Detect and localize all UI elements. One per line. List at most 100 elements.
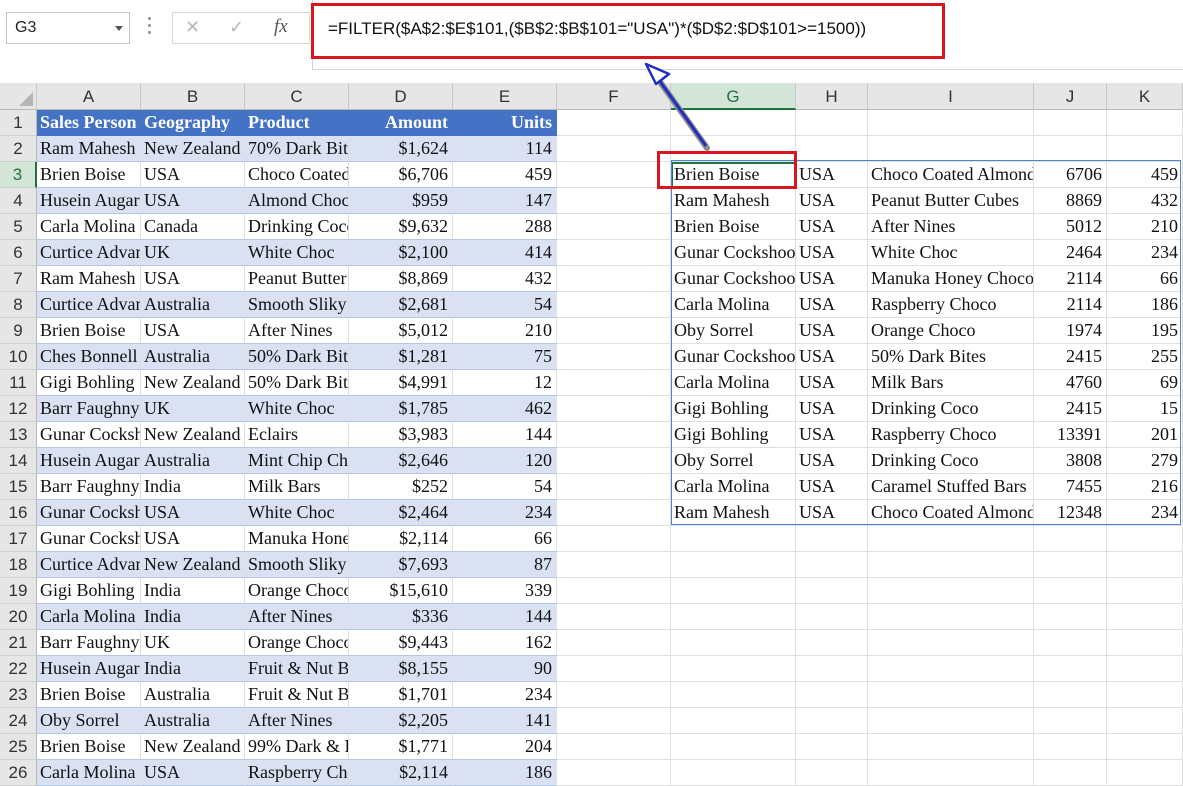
spill-cell[interactable]: Drinking Coco bbox=[868, 396, 1034, 422]
table-cell[interactable]: New Zealand bbox=[141, 552, 245, 578]
table-cell[interactable]: 141 bbox=[453, 708, 557, 734]
cell[interactable] bbox=[1107, 630, 1183, 656]
table-cell[interactable]: Barr Faughny bbox=[37, 474, 141, 500]
table-cell[interactable]: Curtice Advani bbox=[37, 240, 141, 266]
table-cell[interactable]: 50% Dark Bites bbox=[245, 344, 349, 370]
table-cell[interactable]: Manuka Honey Choco bbox=[245, 526, 349, 552]
table-cell[interactable]: 54 bbox=[453, 474, 557, 500]
table-cell[interactable]: $7,693 bbox=[349, 552, 453, 578]
table-cell[interactable]: Smooth Sliky Salty bbox=[245, 552, 349, 578]
spill-cell[interactable]: Gunar Cockshoot bbox=[671, 344, 796, 370]
cell[interactable] bbox=[557, 500, 671, 526]
table-cell[interactable]: Peanut Butter Cubes bbox=[245, 266, 349, 292]
spill-cell[interactable]: USA bbox=[796, 266, 868, 292]
cell[interactable] bbox=[796, 552, 868, 578]
table-cell[interactable]: Gunar Cockshoot bbox=[37, 422, 141, 448]
cell[interactable] bbox=[868, 110, 1034, 136]
table-cell[interactable]: Brien Boise bbox=[37, 682, 141, 708]
table-cell[interactable]: India bbox=[141, 656, 245, 682]
cell[interactable] bbox=[557, 630, 671, 656]
spill-cell[interactable]: 5012 bbox=[1034, 214, 1107, 240]
cell[interactable] bbox=[557, 344, 671, 370]
table-cell[interactable]: 234 bbox=[453, 500, 557, 526]
spill-cell[interactable]: 2114 bbox=[1034, 266, 1107, 292]
table-cell[interactable]: $1,771 bbox=[349, 734, 453, 760]
row-header-9[interactable]: 9 bbox=[0, 318, 37, 344]
spill-cell[interactable]: White Choc bbox=[868, 240, 1034, 266]
spill-cell[interactable]: USA bbox=[796, 500, 868, 526]
spill-cell[interactable]: 4760 bbox=[1034, 370, 1107, 396]
cell[interactable] bbox=[796, 760, 868, 786]
table-cell[interactable]: 147 bbox=[453, 188, 557, 214]
spill-cell[interactable]: Orange Choco bbox=[868, 318, 1034, 344]
table-cell[interactable]: 114 bbox=[453, 136, 557, 162]
table-cell[interactable]: Gigi Bohling bbox=[37, 370, 141, 396]
cell[interactable] bbox=[796, 708, 868, 734]
row-header-10[interactable]: 10 bbox=[0, 344, 37, 370]
table-cell[interactable]: 234 bbox=[453, 682, 557, 708]
cell[interactable] bbox=[1034, 136, 1107, 162]
cell[interactable] bbox=[671, 656, 796, 682]
table-cell[interactable]: $2,114 bbox=[349, 760, 453, 786]
table-cell[interactable]: Orange Choco bbox=[245, 630, 349, 656]
row-header-15[interactable]: 15 bbox=[0, 474, 37, 500]
spill-cell[interactable]: 8869 bbox=[1034, 188, 1107, 214]
column-header-a[interactable]: A bbox=[37, 83, 141, 110]
row-header-1[interactable]: 1 bbox=[0, 110, 37, 136]
cell[interactable] bbox=[557, 318, 671, 344]
table-cell[interactable]: USA bbox=[141, 526, 245, 552]
table-cell[interactable]: 12 bbox=[453, 370, 557, 396]
table-cell[interactable]: India bbox=[141, 578, 245, 604]
cell[interactable] bbox=[557, 474, 671, 500]
cell[interactable] bbox=[671, 760, 796, 786]
spill-cell[interactable]: Raspberry Choco bbox=[868, 422, 1034, 448]
row-header-26[interactable]: 26 bbox=[0, 760, 37, 786]
cell[interactable] bbox=[671, 604, 796, 630]
spill-cell[interactable]: Gunar Cockshoot bbox=[671, 266, 796, 292]
table-cell[interactable]: White Choc bbox=[245, 500, 349, 526]
cell[interactable] bbox=[557, 396, 671, 422]
table-cell[interactable]: Mint Chip Choco bbox=[245, 448, 349, 474]
cell[interactable] bbox=[1107, 578, 1183, 604]
spill-cell[interactable]: 210 bbox=[1107, 214, 1183, 240]
table-cell[interactable]: 432 bbox=[453, 266, 557, 292]
table-cell[interactable]: $9,632 bbox=[349, 214, 453, 240]
table-cell[interactable]: $2,205 bbox=[349, 708, 453, 734]
cell[interactable] bbox=[1034, 604, 1107, 630]
table-cell[interactable]: Gunar Cockshoot bbox=[37, 500, 141, 526]
table-cell[interactable]: UK bbox=[141, 240, 245, 266]
spill-cell[interactable]: 216 bbox=[1107, 474, 1183, 500]
table-cell[interactable]: 288 bbox=[453, 214, 557, 240]
cell[interactable] bbox=[557, 604, 671, 630]
table-cell[interactable]: $336 bbox=[349, 604, 453, 630]
row-header-22[interactable]: 22 bbox=[0, 656, 37, 682]
table-cell[interactable]: New Zealand bbox=[141, 136, 245, 162]
table-cell[interactable]: $2,464 bbox=[349, 500, 453, 526]
table-cell[interactable]: $15,610 bbox=[349, 578, 453, 604]
cell[interactable] bbox=[796, 734, 868, 760]
table-cell[interactable]: After Nines bbox=[245, 708, 349, 734]
table-cell[interactable]: Australia bbox=[141, 708, 245, 734]
cell[interactable] bbox=[868, 578, 1034, 604]
table-cell[interactable]: 87 bbox=[453, 552, 557, 578]
table-cell[interactable]: New Zealand bbox=[141, 370, 245, 396]
spill-cell[interactable]: USA bbox=[796, 162, 868, 188]
table-cell[interactable]: Barr Faughny bbox=[37, 630, 141, 656]
row-header-3[interactable]: 3 bbox=[0, 162, 37, 188]
column-header-k[interactable]: K bbox=[1107, 83, 1183, 110]
row-header-23[interactable]: 23 bbox=[0, 682, 37, 708]
table-cell[interactable]: 459 bbox=[453, 162, 557, 188]
cell[interactable] bbox=[1107, 526, 1183, 552]
table-cell[interactable]: Smooth Sliky Salty bbox=[245, 292, 349, 318]
spill-cell[interactable]: 234 bbox=[1107, 240, 1183, 266]
cell[interactable] bbox=[1107, 734, 1183, 760]
row-header-19[interactable]: 19 bbox=[0, 578, 37, 604]
table-cell[interactable]: After Nines bbox=[245, 318, 349, 344]
cell[interactable] bbox=[1107, 656, 1183, 682]
table-cell[interactable]: 186 bbox=[453, 760, 557, 786]
table-cell[interactable]: Almond Choco bbox=[245, 188, 349, 214]
spill-cell[interactable]: USA bbox=[796, 240, 868, 266]
spill-cell[interactable]: 2464 bbox=[1034, 240, 1107, 266]
spill-cell[interactable]: USA bbox=[796, 422, 868, 448]
cell[interactable] bbox=[868, 552, 1034, 578]
